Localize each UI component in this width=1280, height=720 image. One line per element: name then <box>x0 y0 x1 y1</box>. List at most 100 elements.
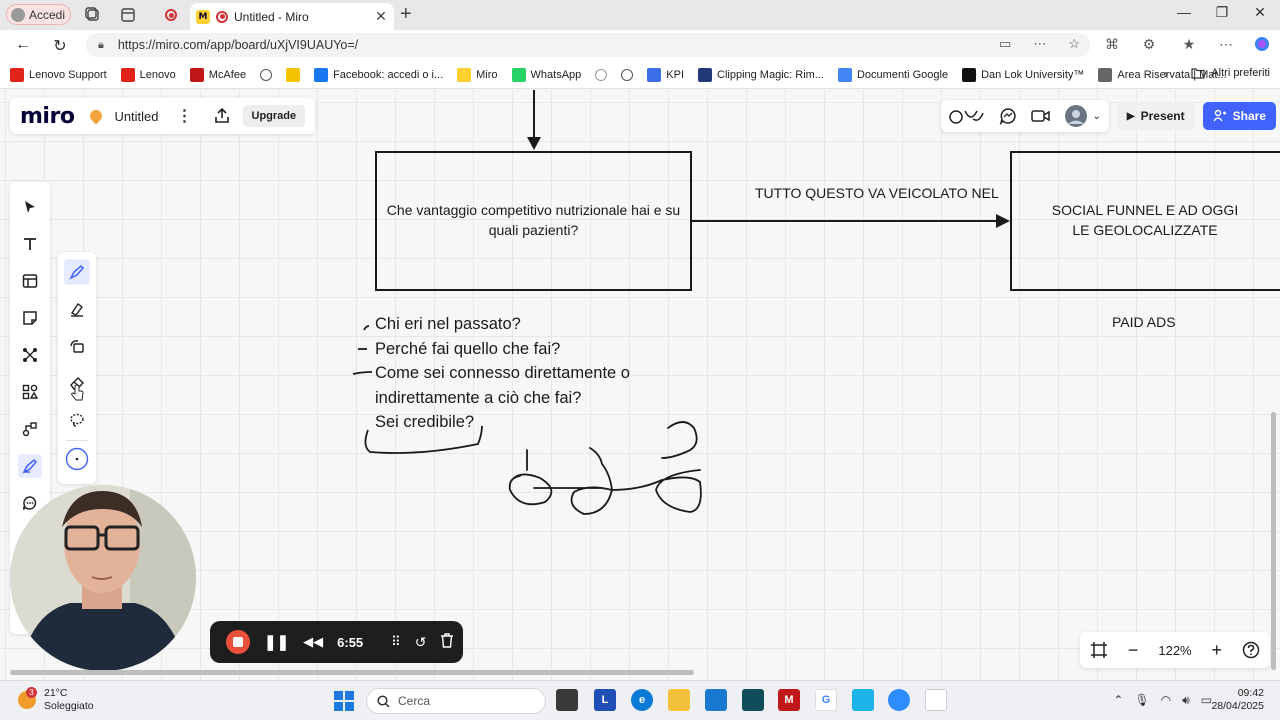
cast-icon[interactable]: ▭ <box>999 36 1011 52</box>
zoom-level[interactable]: 122% <box>1158 643 1191 658</box>
sticky-note-tool-icon[interactable] <box>18 306 42 330</box>
new-tab-button[interactable]: + <box>400 4 412 24</box>
bookmark-item[interactable] <box>595 68 608 81</box>
select-tool-icon[interactable] <box>18 195 42 219</box>
extensions-icon[interactable]: ⚙ <box>1139 36 1159 53</box>
bookmark-item[interactable]: Clipping Magic: Rim... <box>698 67 824 82</box>
webcam-overlay[interactable] <box>10 485 196 671</box>
zoom-out-icon[interactable]: − <box>1128 640 1139 661</box>
comments-icon[interactable] <box>999 107 1017 125</box>
vertical-scrollbar[interactable] <box>1271 412 1276 670</box>
workspaces-icon[interactable] <box>84 6 102 24</box>
templates-tool-icon[interactable] <box>18 269 42 293</box>
present-button[interactable]: ▶ Present <box>1116 102 1195 130</box>
chrome-icon[interactable]: G <box>815 689 837 711</box>
miro-board-canvas[interactable]: Che vantaggio competitivo nutrizionale h… <box>0 90 1280 680</box>
shape-box-competitive-advantage[interactable]: Che vantaggio competitivo nutrizionale h… <box>375 151 692 291</box>
user-avatar[interactable]: ⌄ <box>1064 105 1101 127</box>
stop-recording-button[interactable] <box>226 630 250 654</box>
chevron-up-icon[interactable]: ⌃ <box>1113 693 1123 708</box>
rewind-icon[interactable]: ◀◀ <box>303 634 323 650</box>
tab-actions-icon[interactable] <box>119 6 137 24</box>
diagram-tool-icon[interactable] <box>18 417 42 441</box>
weather-widget[interactable]: 3 21°C Soleggiato <box>18 687 94 713</box>
paid-ads-text[interactable]: PAID ADS <box>1112 314 1176 330</box>
board-menu-icon[interactable]: ⋮ <box>177 106 193 126</box>
volume-icon[interactable]: 🔊︎ <box>1182 693 1190 708</box>
pen-subtool-icon[interactable] <box>64 259 90 285</box>
app-icon[interactable] <box>742 689 764 711</box>
help-icon[interactable] <box>1242 641 1260 659</box>
arrow-label-text[interactable]: TUTTO QUESTO VA VEICOLATO NEL <box>755 185 999 201</box>
wifi-icon[interactable]: ◠ <box>1161 693 1171 708</box>
upgrade-button[interactable]: Upgrade <box>242 105 306 127</box>
drag-handle-icon[interactable]: ⠿ <box>391 634 401 650</box>
fit-to-screen-icon[interactable] <box>1090 641 1108 659</box>
file-explorer-icon[interactable] <box>668 689 690 711</box>
bookmark-item[interactable]: Lenovo <box>120 67 176 82</box>
highlighter-icon[interactable] <box>64 296 90 322</box>
pen-tool-icon[interactable] <box>18 454 42 478</box>
questions-text-block[interactable]: Chi eri nel passato? Perché fai quello c… <box>375 312 630 435</box>
settings-more-icon[interactable]: ⋯ <box>1216 36 1236 53</box>
zoom-app-icon[interactable] <box>888 689 910 711</box>
restart-icon[interactable]: ↺ <box>415 634 427 651</box>
close-tab-icon[interactable]: ✕ <box>372 8 390 25</box>
bookmarks-overflow-chevron-icon[interactable]: › <box>1164 67 1168 81</box>
bookmark-item[interactable] <box>286 67 301 82</box>
back-icon[interactable]: ← <box>13 36 33 54</box>
pause-icon[interactable]: ❚❚ <box>264 633 289 651</box>
more-options-icon[interactable]: ⋯ <box>1033 36 1046 52</box>
lenovo-app-icon[interactable]: L <box>594 689 616 711</box>
site-info-icon[interactable]: 🔒︎ <box>98 39 104 52</box>
recording-tab[interactable] <box>162 6 180 24</box>
connection-line-tool-icon[interactable] <box>18 343 42 367</box>
bookmark-item[interactable]: Lenovo Support <box>10 67 107 82</box>
zoom-in-icon[interactable]: + <box>1212 640 1223 661</box>
board-name[interactable]: Untitled <box>114 109 158 124</box>
taskbar-search[interactable]: Cerca <box>366 688 546 714</box>
bookmark-item[interactable]: Facebook: accedi o i... <box>314 67 443 82</box>
battery-icon[interactable]: ▭ <box>1201 693 1212 708</box>
favorite-star-icon[interactable]: ☆ <box>1068 36 1080 52</box>
task-view-icon[interactable] <box>556 689 578 711</box>
horizontal-scrollbar[interactable] <box>10 670 694 675</box>
url-field[interactable]: 🔒︎ https://miro.com/app/board/uXjVI9UAUY… <box>86 33 1090 57</box>
video-call-icon[interactable] <box>1030 108 1051 124</box>
bookmark-item[interactable]: Documenti Google <box>837 67 948 82</box>
reload-icon[interactable]: ↻ <box>50 36 70 56</box>
minimize-icon[interactable]: — <box>1174 4 1194 20</box>
copilot-icon[interactable] <box>1252 36 1272 55</box>
maximize-icon[interactable]: ❐ <box>1212 4 1232 21</box>
stroke-color-picker[interactable] <box>64 446 90 472</box>
taskbar-clock[interactable]: 09:42 28/04/2025 <box>1211 687 1264 713</box>
notepad-icon[interactable] <box>925 689 947 711</box>
mcafee-app-icon[interactable]: M <box>778 689 800 711</box>
devtools-icon[interactable]: ⌘ <box>1102 36 1122 53</box>
bookmark-item[interactable] <box>260 68 273 81</box>
shapes-tool-icon[interactable] <box>18 380 42 404</box>
bookmark-item[interactable]: Dan Lok University™ <box>962 67 1084 82</box>
reactions-icon[interactable] <box>948 107 985 125</box>
store-icon[interactable] <box>705 689 727 711</box>
bookmark-item[interactable]: KPI <box>647 67 684 82</box>
edge-browser-icon[interactable]: e <box>631 689 653 711</box>
microphone-icon[interactable]: 🎙︎ <box>1134 693 1149 708</box>
share-button[interactable]: Share <box>1202 102 1276 130</box>
alexa-icon[interactable] <box>852 689 874 711</box>
windows-start-icon[interactable] <box>334 691 354 714</box>
other-favorites[interactable]: Altri preferiti <box>1191 67 1270 79</box>
delete-recording-icon[interactable] <box>440 633 454 651</box>
tab-miro[interactable]: M Untitled - Miro ✕ <box>190 3 394 30</box>
miro-logo[interactable]: miro <box>20 104 75 129</box>
profile-button[interactable]: Accedi <box>6 4 71 25</box>
export-upload-icon[interactable] <box>213 107 231 125</box>
bookmark-item[interactable]: WhatsApp <box>511 67 581 82</box>
favorites-icon[interactable]: ★ <box>1179 36 1199 53</box>
bookmark-item[interactable] <box>621 68 634 81</box>
lasso-icon[interactable] <box>64 407 90 433</box>
bookmark-item[interactable]: McAfee <box>189 67 246 82</box>
text-tool-icon[interactable] <box>18 232 42 256</box>
bookmark-item[interactable]: Miro <box>457 67 498 82</box>
close-window-icon[interactable]: ✕ <box>1250 4 1270 21</box>
